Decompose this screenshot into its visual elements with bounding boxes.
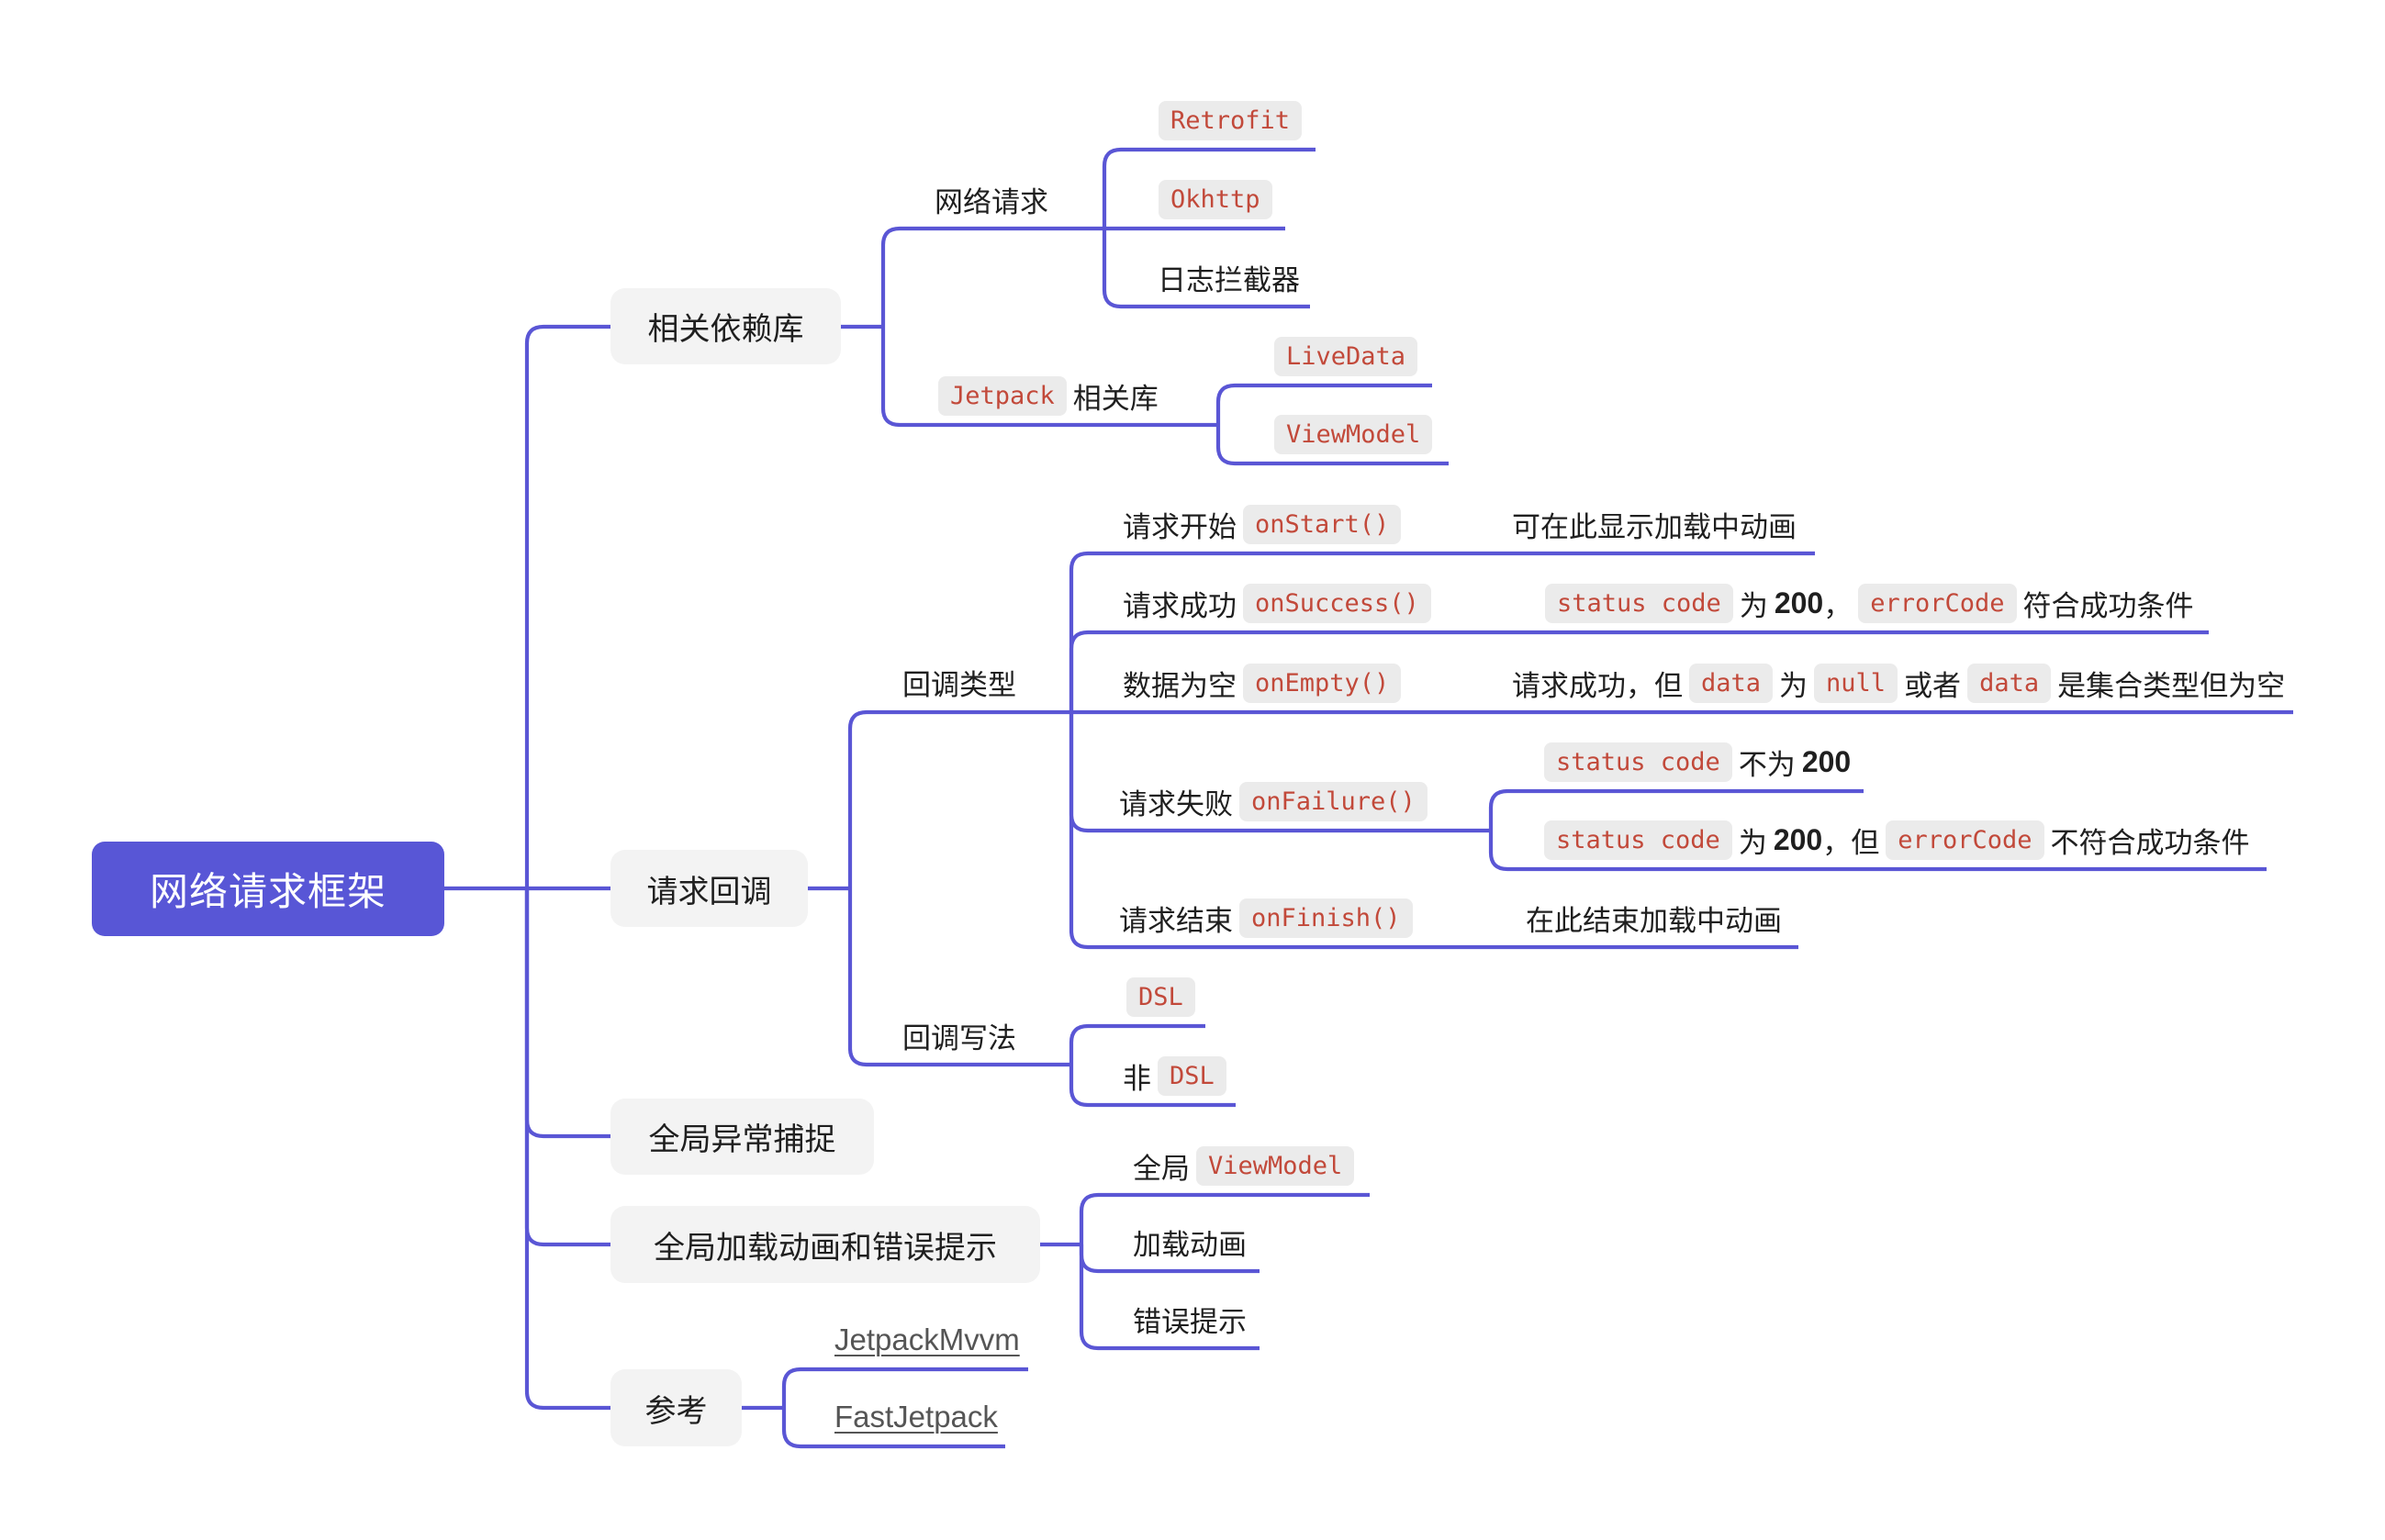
topic-failure-status-not-200[interactable]: status code 不为 200 bbox=[1544, 742, 1851, 782]
code-chip: ViewModel bbox=[1274, 414, 1433, 454]
bold-value: 200 bbox=[1774, 586, 1824, 619]
topic-error-tip[interactable]: 错误提示 bbox=[1133, 1299, 1247, 1339]
topic-text: 非 bbox=[1123, 1062, 1151, 1095]
topic-text: 不符合成功条件 bbox=[2050, 826, 2250, 859]
topic-text: 数据为空 bbox=[1123, 669, 1237, 702]
topic-dependencies[interactable]: 相关依赖库 bbox=[610, 288, 841, 364]
topic-label: 请求回调 bbox=[646, 874, 772, 909]
topic-global-exception[interactable]: 全局异常捕捉 bbox=[610, 1099, 874, 1175]
code-chip: DSL bbox=[1126, 976, 1195, 1017]
topic-text: 请求成功，但 bbox=[1512, 669, 1683, 702]
connector-line-root bbox=[524, 324, 610, 888]
topic-text: 全局 bbox=[1133, 1152, 1190, 1185]
code-chip: onEmpty() bbox=[1243, 663, 1402, 703]
topic-text: 错误提示 bbox=[1133, 1305, 1247, 1338]
topic-ref-fastjetpack[interactable]: FastJetpack bbox=[834, 1397, 998, 1437]
topic-on-finish[interactable]: 请求结束 onFinish() bbox=[1119, 898, 1413, 938]
topic-network-request[interactable]: 网络请求 bbox=[935, 179, 1048, 219]
topic-on-start-desc[interactable]: 可在此显示加载中动画 bbox=[1512, 504, 1797, 544]
topic-text: 在此结束加载中动画 bbox=[1526, 904, 1782, 937]
topic-text: 是集合类型但为空 bbox=[2057, 669, 2286, 702]
topic-on-finish-desc[interactable]: 在此结束加载中动画 bbox=[1526, 898, 1782, 938]
topic-jetpack-libs[interactable]: Jetpack 相关库 bbox=[938, 375, 1159, 416]
topic-request-callback[interactable]: 请求回调 bbox=[610, 850, 808, 927]
topic-text: 为 bbox=[1779, 669, 1808, 702]
topic-text: 为 bbox=[1738, 826, 1767, 859]
code-chip: onFailure() bbox=[1239, 781, 1428, 821]
code-chip: null bbox=[1814, 663, 1898, 703]
topic-text: 请求成功 bbox=[1123, 589, 1237, 622]
topic-global-loading-error[interactable]: 全局加载动画和错误提示 bbox=[610, 1206, 1040, 1283]
link-jetpackmvvm[interactable]: JetpackMvvm bbox=[834, 1322, 1020, 1357]
code-chip: errorCode bbox=[1858, 583, 2017, 623]
connector-line-callback bbox=[847, 709, 1071, 888]
connector-line-root bbox=[524, 888, 610, 1139]
topic-livedata[interactable]: LiveData bbox=[1274, 336, 1418, 376]
bold-value: 200 bbox=[1773, 822, 1823, 856]
topic-text: 回调写法 bbox=[902, 1021, 1016, 1055]
code-chip: ViewModel bbox=[1196, 1145, 1355, 1186]
link-fastjetpack[interactable]: FastJetpack bbox=[834, 1400, 998, 1434]
topic-label: 相关依赖库 bbox=[647, 312, 804, 347]
topic-text: 请求结束 bbox=[1119, 904, 1233, 937]
topic-on-failure[interactable]: 请求失败 onFailure() bbox=[1119, 781, 1428, 821]
code-chip: onSuccess() bbox=[1243, 583, 1431, 623]
topic-text: 请求失败 bbox=[1119, 787, 1233, 820]
topic-text: 日志拦截器 bbox=[1158, 263, 1300, 296]
root-topic[interactable]: 网络请求框架 bbox=[92, 842, 444, 936]
topic-non-dsl[interactable]: 非 DSL bbox=[1123, 1055, 1226, 1096]
topic-viewmodel[interactable]: ViewModel bbox=[1274, 414, 1433, 454]
topic-text: ，但 bbox=[1822, 826, 1880, 859]
topic-on-empty[interactable]: 数据为空 onEmpty() bbox=[1123, 663, 1402, 703]
topic-text: 网络请求 bbox=[935, 185, 1048, 218]
topic-log-interceptor[interactable]: 日志拦截器 bbox=[1158, 257, 1300, 297]
topic-on-success-desc[interactable]: status code 为 200 ， errorCode 符合成功条件 bbox=[1545, 583, 2194, 623]
code-chip: LiveData bbox=[1274, 336, 1418, 376]
topic-text: 可在此显示加载中动画 bbox=[1512, 510, 1797, 543]
code-chip: DSL bbox=[1158, 1055, 1226, 1096]
code-chip: data bbox=[1689, 663, 1774, 703]
bold-value: 200 bbox=[1801, 744, 1852, 778]
code-chip: data bbox=[1967, 663, 2052, 703]
topic-text: 符合成功条件 bbox=[2022, 589, 2194, 622]
topic-ref-jetpackmvvm[interactable]: JetpackMvvm bbox=[834, 1320, 1020, 1360]
topic-text: 请求开始 bbox=[1123, 510, 1237, 543]
topic-loading-animation[interactable]: 加载动画 bbox=[1133, 1222, 1247, 1262]
code-chip: status code bbox=[1544, 820, 1732, 860]
code-chip: onStart() bbox=[1243, 504, 1402, 544]
connector-line-root bbox=[524, 888, 610, 1247]
code-chip: status code bbox=[1544, 742, 1732, 782]
topic-callback-types[interactable]: 回调类型 bbox=[902, 662, 1016, 702]
code-chip: Retrofit bbox=[1159, 100, 1303, 140]
code-chip: Okhttp bbox=[1159, 179, 1272, 219]
topic-on-success[interactable]: 请求成功 onSuccess() bbox=[1123, 583, 1431, 623]
topic-text: ， bbox=[1823, 589, 1853, 622]
topic-text: 为 bbox=[1739, 589, 1768, 622]
topic-label: 全局加载动画和错误提示 bbox=[654, 1230, 997, 1266]
topic-failure-errorcode[interactable]: status code 为 200 ，但 errorCode 不符合成功条件 bbox=[1544, 820, 2250, 860]
topic-retrofit[interactable]: Retrofit bbox=[1159, 100, 1303, 140]
topic-on-empty-desc[interactable]: 请求成功，但 data 为 null 或者 data 是集合类型但为空 bbox=[1512, 663, 2285, 703]
topic-text: 或者 bbox=[1904, 669, 1962, 702]
topic-references[interactable]: 参考 bbox=[610, 1369, 742, 1446]
code-chip: onFinish() bbox=[1239, 898, 1413, 938]
topic-callback-style[interactable]: 回调写法 bbox=[902, 1015, 1016, 1055]
topic-okhttp[interactable]: Okhttp bbox=[1159, 179, 1272, 219]
topic-text: 不为 bbox=[1738, 748, 1796, 781]
connector-line-root bbox=[524, 888, 610, 1411]
topic-label: 参考 bbox=[644, 1393, 708, 1429]
topic-text: 回调类型 bbox=[902, 668, 1016, 701]
topic-on-start[interactable]: 请求开始 onStart() bbox=[1123, 504, 1402, 544]
topic-dsl[interactable]: DSL bbox=[1126, 976, 1195, 1017]
code-chip: status code bbox=[1545, 583, 1733, 623]
topic-global-viewmodel[interactable]: 全局 ViewModel bbox=[1133, 1145, 1355, 1186]
topic-text: 加载动画 bbox=[1133, 1228, 1247, 1261]
code-chip: errorCode bbox=[1886, 820, 2044, 860]
topic-text: 相关库 bbox=[1072, 382, 1159, 415]
topic-label: 全局异常捕捉 bbox=[648, 1122, 836, 1157]
root-topic-label: 网络请求框架 bbox=[149, 870, 386, 913]
code-chip: Jetpack bbox=[938, 375, 1067, 416]
connector-line-dependencies bbox=[880, 226, 1104, 327]
